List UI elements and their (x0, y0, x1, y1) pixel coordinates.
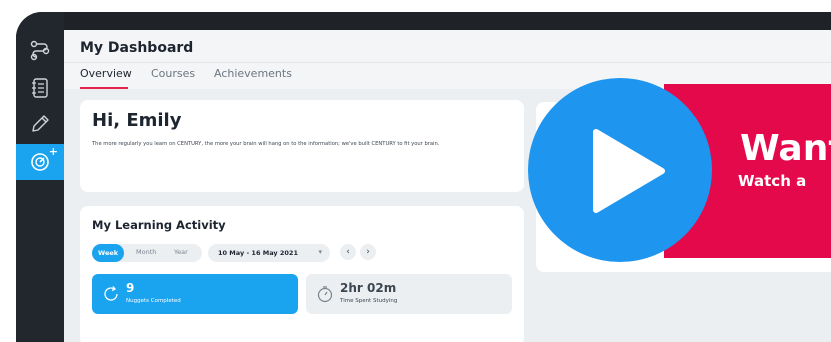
dashboard-gauge-icon (31, 153, 49, 171)
nuggets-label: Nuggets Completed (126, 298, 181, 304)
next-button[interactable]: › (360, 244, 376, 260)
notebook-icon (32, 78, 48, 98)
tab-overview[interactable]: Overview (80, 67, 132, 80)
prev-button[interactable]: ‹ (340, 244, 356, 260)
pencil-icon (32, 115, 49, 132)
greeting-text: The more regularly you learn on CENTURY,… (92, 141, 440, 147)
period-week[interactable]: Week (92, 244, 125, 262)
greeting-card: Hi, Emily The more regularly you learn o… (80, 100, 524, 192)
tab-courses[interactable]: Courses (151, 67, 195, 80)
greeting-title: Hi, Emily (92, 110, 182, 131)
play-icon (593, 129, 665, 213)
chevron-down-icon: ▾ (318, 248, 322, 256)
sidebar: + (16, 12, 64, 342)
promo-subheading: Watch a (738, 172, 807, 190)
stopwatch-icon (317, 286, 333, 303)
learning-activity-card: My Learning Activity Week Month Year 10 … (80, 206, 524, 342)
tab-achievements[interactable]: Achievements (214, 67, 292, 80)
route-icon (30, 40, 50, 61)
sidebar-item-notebook[interactable] (16, 72, 64, 104)
stat-time: 2hr 02m Time Spent Studying (306, 274, 512, 314)
period-year[interactable]: Year (174, 248, 188, 256)
active-tab-indicator (80, 87, 128, 89)
promo-heading: Want (740, 128, 831, 169)
time-label: Time Spent Studying (340, 298, 398, 304)
sidebar-item-pencil[interactable] (16, 108, 64, 140)
refresh-icon (104, 286, 118, 301)
nuggets-value: 9 (126, 281, 135, 295)
period-toggle: Week Month Year (92, 244, 202, 262)
date-range-select[interactable]: 10 May - 16 May 2021 ▾ (208, 244, 330, 262)
stat-nuggets: 9 Nuggets Completed (92, 274, 298, 314)
learning-activity-title: My Learning Activity (92, 218, 226, 232)
time-value: 2hr 02m (340, 281, 397, 295)
plus-icon: + (48, 145, 58, 158)
header: My Dashboard (64, 30, 831, 62)
sidebar-item-dashboard[interactable]: + (16, 144, 64, 180)
date-range-value: 10 May - 16 May 2021 (218, 249, 298, 257)
period-month[interactable]: Month (136, 248, 156, 256)
play-button[interactable] (528, 78, 712, 262)
sidebar-item-routes[interactable] (16, 34, 64, 66)
page-title: My Dashboard (80, 40, 194, 56)
